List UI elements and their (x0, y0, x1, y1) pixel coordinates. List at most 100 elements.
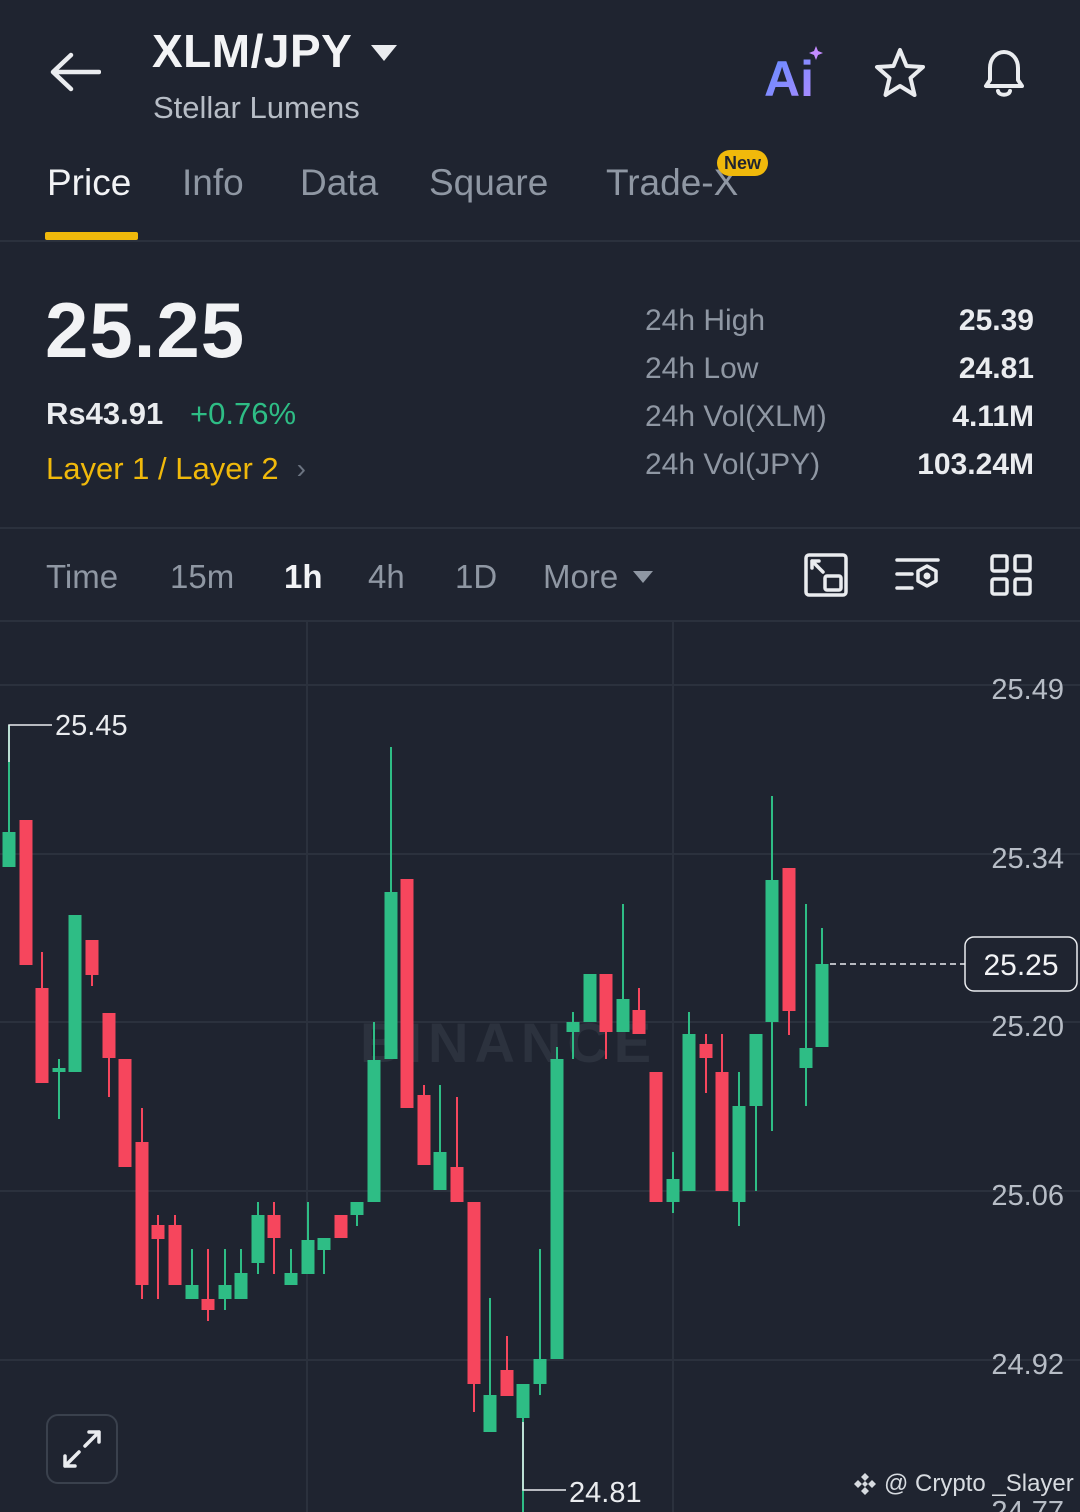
candle-body (799, 1048, 813, 1068)
expand-icon (63, 1430, 101, 1468)
candle-body (367, 1060, 381, 1202)
stat-vol-quote-label: 24h Vol(JPY) (645, 448, 821, 481)
candle-body (350, 1202, 364, 1215)
candle-body (467, 1202, 481, 1384)
tab-info[interactable]: Info (182, 162, 244, 204)
price-alert-button[interactable] (972, 40, 1036, 104)
candle-body (168, 1225, 182, 1285)
back-button[interactable] (40, 40, 110, 104)
candle-body (599, 974, 613, 1032)
candle-body (317, 1238, 331, 1250)
indicator-settings-button[interactable] (894, 552, 940, 598)
current-price-label: 25.25 (983, 949, 1058, 982)
y-tick-label: 25.49 (991, 674, 1064, 706)
candle-body (234, 1273, 248, 1299)
candle-body (118, 1059, 132, 1167)
ai-assistant-button[interactable]: Ai (762, 42, 832, 107)
star-icon (875, 48, 925, 97)
stat-low-label: 24h Low (645, 352, 759, 385)
tab-price[interactable]: Price (47, 162, 131, 204)
candle-body (201, 1299, 215, 1310)
y-axis: 25.49 25.34 25.20 25.06 24.92 24.77 (991, 674, 1064, 1512)
candle-body (151, 1225, 165, 1239)
interval-more-button[interactable]: More (543, 558, 654, 596)
candle-body (666, 1179, 680, 1202)
bell-icon (984, 50, 1024, 97)
candle-body (500, 1370, 514, 1396)
y-tick-label: 24.77 (991, 1496, 1064, 1512)
category-tag-link[interactable]: Layer 1 / Layer 2 › (46, 451, 306, 487)
candle-body (632, 1010, 646, 1034)
pair-name: Stellar Lumens (153, 90, 360, 125)
candlestick-chart[interactable]: BINANCE 25.4524.8125.25 25.4925.3425.202… (0, 622, 1080, 1512)
candle-body (135, 1142, 149, 1285)
new-badge: New (717, 150, 769, 176)
indicator-gear-icon (895, 558, 940, 590)
low-marker-line (522, 1422, 566, 1491)
stat-vol-base-value: 4.11M (952, 400, 1034, 433)
credit-watermark: @ Crypto _Slayer (852, 1470, 1074, 1498)
fiat-price: Rs43.91 (46, 396, 164, 431)
price-change-percent: +0.76% (190, 396, 297, 431)
stat-vol-base-label: 24h Vol(XLM) (645, 400, 827, 433)
credit-text: @ Crypto _Slayer (884, 1470, 1074, 1497)
candle-body (301, 1240, 315, 1274)
tab-active-indicator (45, 232, 138, 240)
candle-body (450, 1167, 464, 1202)
stat-vol-quote-value: 103.24M (917, 448, 1034, 481)
high-marker-label: 25.45 (55, 710, 128, 742)
candle-body (85, 940, 99, 975)
candle-body (483, 1395, 497, 1432)
arrow-left-icon (50, 52, 101, 92)
candle-body (566, 1022, 580, 1032)
interval-1h[interactable]: 1h (284, 558, 323, 596)
pair-selector[interactable]: XLM/JPY (152, 24, 398, 78)
last-price: 25.25 (45, 286, 246, 374)
candle-body (334, 1215, 348, 1238)
stat-high-label: 24h High (645, 304, 766, 337)
tab-square[interactable]: Square (429, 162, 548, 204)
interval-4h[interactable]: 4h (368, 558, 405, 596)
tabs-divider (0, 240, 1080, 242)
price-markers: 25.45 24.81 25.25 (8, 710, 1078, 1509)
candle-body (682, 1034, 696, 1191)
candle-body (68, 915, 82, 1072)
fullscreen-button[interactable] (46, 1414, 118, 1484)
favorite-button[interactable] (868, 42, 932, 106)
binance-logo-icon (854, 1473, 876, 1495)
y-tick-label: 25.06 (991, 1180, 1064, 1212)
chart-zoom-icon (804, 553, 848, 597)
candle-body (649, 1072, 663, 1202)
candle-body (765, 880, 779, 1022)
high-marker-line (8, 724, 52, 762)
chart-settings-button[interactable] (803, 552, 849, 598)
caret-down-icon (371, 45, 398, 61)
y-tick-label: 24.92 (991, 1349, 1064, 1381)
ai-icon: Ai (764, 46, 823, 107)
candles-group (2, 725, 829, 1512)
candle-body (417, 1095, 431, 1165)
interval-15m[interactable]: 15m (170, 558, 234, 596)
candle-body (815, 964, 829, 1047)
interval-1d[interactable]: 1D (455, 558, 497, 596)
tab-data[interactable]: Data (300, 162, 378, 204)
candle-body (102, 1013, 116, 1058)
layout-grid-button[interactable] (988, 552, 1034, 598)
candle-body (384, 892, 398, 1059)
candle-body (2, 832, 16, 867)
interval-time[interactable]: Time (46, 558, 118, 596)
candle-body (616, 999, 630, 1032)
candle-body (516, 1384, 530, 1418)
candle-body (433, 1152, 447, 1190)
caret-down-icon (633, 571, 654, 583)
pair-title: XLM/JPY (152, 25, 353, 77)
candle-body (782, 868, 796, 1011)
stat-high-value: 25.39 (958, 304, 1034, 337)
more-label: More (543, 558, 619, 595)
candle-body (251, 1215, 265, 1263)
candle-body (732, 1106, 746, 1202)
candle-body (218, 1285, 232, 1299)
candle-body (185, 1285, 199, 1299)
candle-body (267, 1215, 281, 1238)
candle-body (35, 988, 49, 1083)
